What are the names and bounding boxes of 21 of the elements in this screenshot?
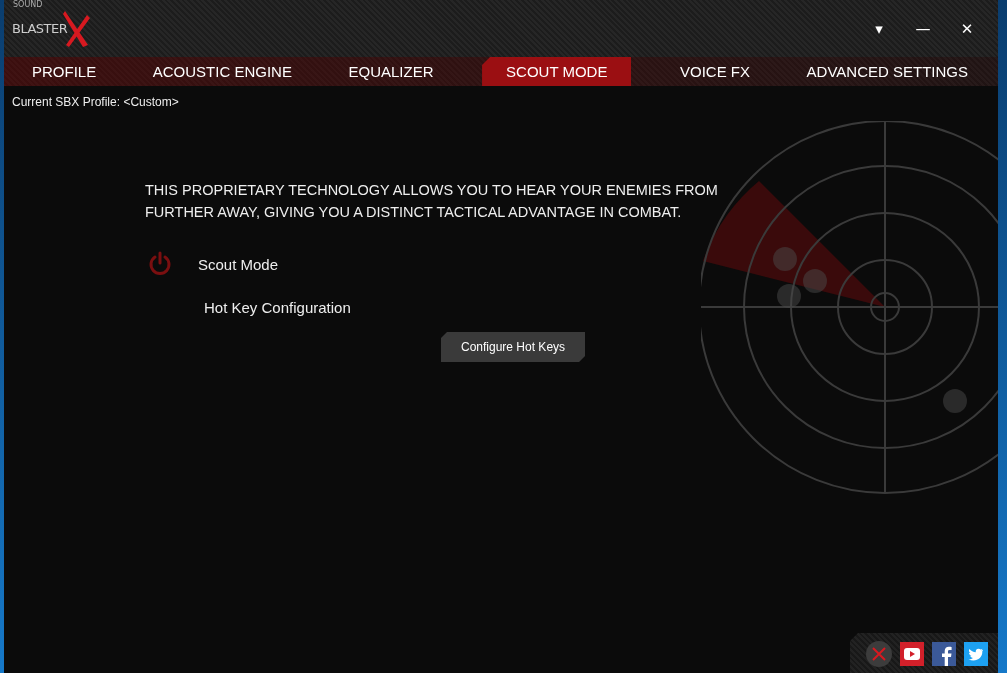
hotkey-heading: Hot Key Configuration <box>204 299 351 316</box>
nav-tab[interactable]: ADVANCED SETTINGS <box>798 57 976 86</box>
logo-text: SOUND <box>13 0 43 9</box>
nav-tab[interactable]: EQUALIZER <box>340 57 442 86</box>
window-control-button[interactable]: — <box>904 18 942 39</box>
power-icon[interactable] <box>148 251 172 277</box>
nav-tab[interactable]: ACOUSTIC ENGINE <box>144 57 300 86</box>
bird-icon[interactable] <box>964 642 988 666</box>
configure-hot-keys-button[interactable]: Configure Hot Keys <box>441 332 586 362</box>
description-text: THIS PROPRIETARY TECHNOLOGY ALLOWS YOU TO HEAR YOUR ENEMIES FROM FURTHER AWAY, GIVING YOU A DISTINCT TACTICAL ADVANTAGE IN COMBAT. <box>145 181 719 222</box>
logo-text: BLASTER <box>12 21 68 36</box>
window-control-button[interactable]: ✕ <box>948 18 986 39</box>
close-icon[interactable] <box>866 641 892 667</box>
profile-label: Current SBX Profile: <Custom> <box>11 94 180 109</box>
f-letter-icon[interactable] <box>932 642 956 666</box>
video-play-icon[interactable] <box>900 642 924 666</box>
scout-mode-label: Scout Mode <box>198 255 279 273</box>
nav-tab[interactable]: SCOUT MODE <box>482 57 632 86</box>
window-control-button[interactable]: ▾ <box>860 18 898 39</box>
nav-tab[interactable]: VOICE FX <box>672 57 758 86</box>
nav-tab[interactable]: PROFILE <box>24 57 105 86</box>
